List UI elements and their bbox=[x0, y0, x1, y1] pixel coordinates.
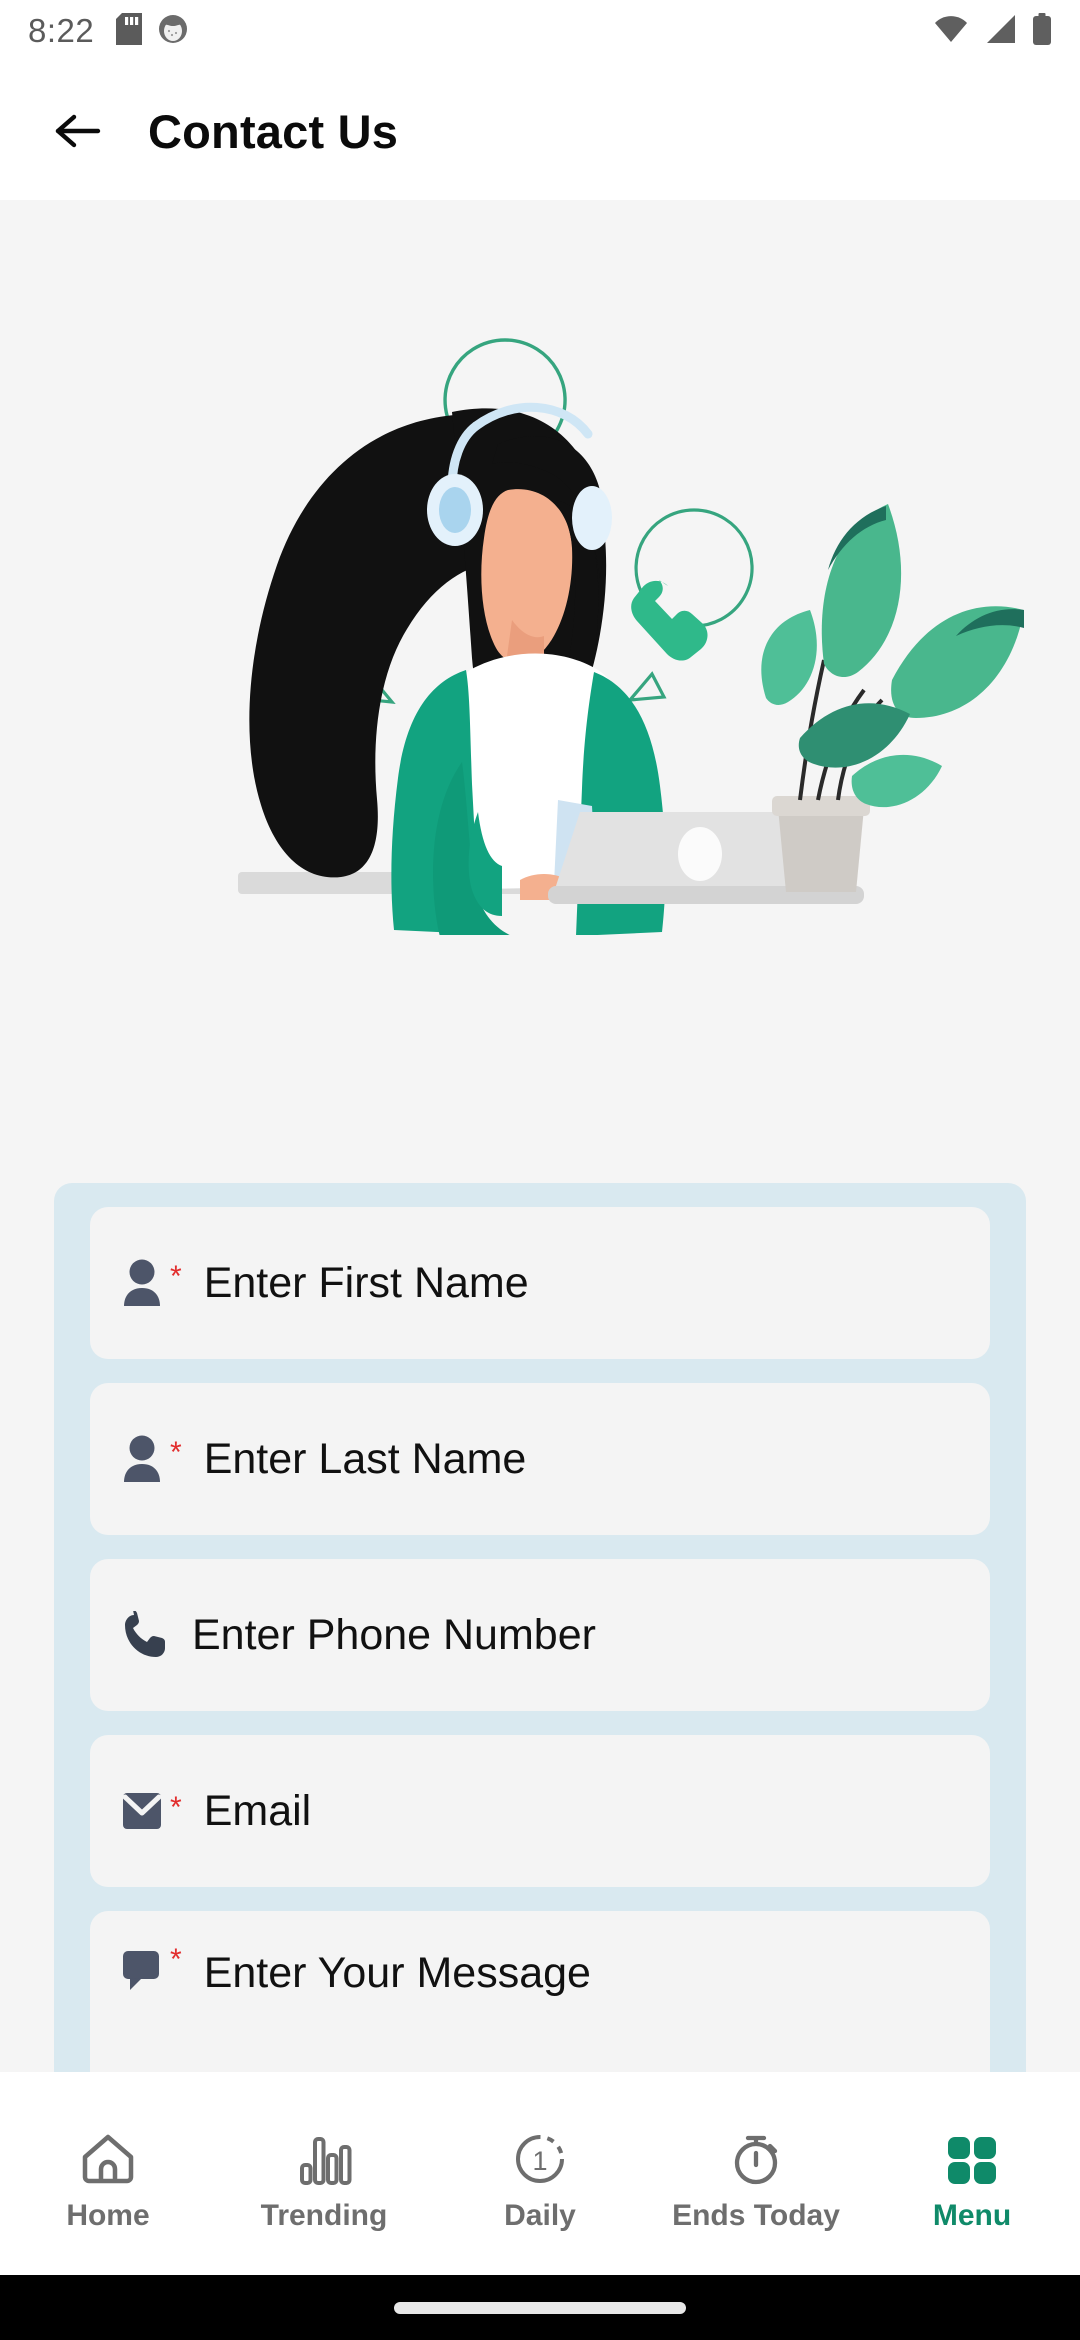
phone-placeholder: Enter Phone Number bbox=[192, 1610, 596, 1659]
bottom-navigation: Home Trending 1 Daily Ends Today Menu bbox=[0, 2072, 1080, 2275]
daily-one-icon: 1 bbox=[511, 2129, 569, 2187]
required-asterisk: * bbox=[170, 1260, 182, 1293]
sd-card-icon bbox=[116, 12, 143, 50]
app-bar: Contact Us bbox=[0, 62, 1080, 200]
chat-bubble-icon: * bbox=[122, 1945, 182, 1993]
nav-trending-label: Trending bbox=[260, 2198, 388, 2232]
nav-ends-today-label: Ends Today bbox=[672, 2198, 840, 2232]
daily-badge-count: 1 bbox=[532, 2146, 547, 2176]
customer-support-illustration bbox=[0, 200, 1080, 935]
nav-home[interactable]: Home bbox=[0, 2072, 216, 2275]
phone-icon bbox=[122, 1611, 168, 1659]
wifi-icon bbox=[934, 14, 968, 49]
required-asterisk: * bbox=[170, 1943, 182, 1976]
back-arrow-icon[interactable] bbox=[50, 103, 106, 159]
system-gesture-bar bbox=[0, 2275, 1080, 2340]
status-bar-time: 8:22 bbox=[28, 12, 95, 49]
person-icon: * bbox=[122, 1258, 182, 1308]
required-asterisk: * bbox=[170, 1436, 182, 1469]
nav-menu-label: Menu bbox=[932, 2198, 1012, 2232]
status-bar-left-icons bbox=[116, 12, 188, 50]
phone-field[interactable]: Enter Phone Number bbox=[90, 1559, 990, 1711]
nav-home-label: Home bbox=[66, 2198, 150, 2232]
nav-trending[interactable]: Trending bbox=[216, 2072, 432, 2275]
last-name-field[interactable]: * Enter Last Name bbox=[90, 1383, 990, 1535]
app-notification-icon bbox=[158, 14, 188, 49]
message-field[interactable]: * Enter Your Message bbox=[90, 1911, 990, 2072]
required-asterisk: * bbox=[170, 1791, 182, 1824]
bar-chart-icon bbox=[295, 2129, 353, 2187]
gesture-pill[interactable] bbox=[394, 2301, 686, 2314]
contact-form: * Enter First Name * Enter Last Name Ent… bbox=[54, 1183, 1026, 2072]
first-name-placeholder: Enter First Name bbox=[203, 1258, 529, 1307]
nav-daily-label: Daily bbox=[504, 2198, 576, 2232]
first-name-field[interactable]: * Enter First Name bbox=[90, 1207, 990, 1359]
email-field[interactable]: * Email bbox=[90, 1735, 990, 1887]
last-name-placeholder: Enter Last Name bbox=[203, 1434, 527, 1483]
status-bar-right-icons bbox=[934, 12, 1052, 50]
nav-menu[interactable]: Menu bbox=[864, 2072, 1080, 2275]
battery-icon bbox=[1032, 12, 1052, 50]
message-placeholder: Enter Your Message bbox=[203, 1949, 591, 1997]
envelope-icon: * bbox=[122, 1789, 182, 1833]
cellular-signal-icon bbox=[984, 14, 1016, 49]
person-icon: * bbox=[122, 1434, 182, 1484]
nav-daily[interactable]: 1 Daily bbox=[432, 2072, 648, 2275]
page-content: * Enter First Name * Enter Last Name Ent… bbox=[0, 200, 1080, 2072]
nav-ends-today[interactable]: Ends Today bbox=[648, 2072, 864, 2275]
stopwatch-icon bbox=[727, 2129, 785, 2187]
phone-screen: 8:22 Contact Us * Enter First Name * Ent… bbox=[0, 0, 1080, 2340]
email-placeholder: Email bbox=[203, 1786, 312, 1835]
home-icon bbox=[79, 2129, 137, 2187]
page-title: Contact Us bbox=[148, 104, 399, 158]
grid-menu-icon bbox=[943, 2129, 1001, 2187]
status-bar: 8:22 bbox=[0, 0, 1080, 62]
